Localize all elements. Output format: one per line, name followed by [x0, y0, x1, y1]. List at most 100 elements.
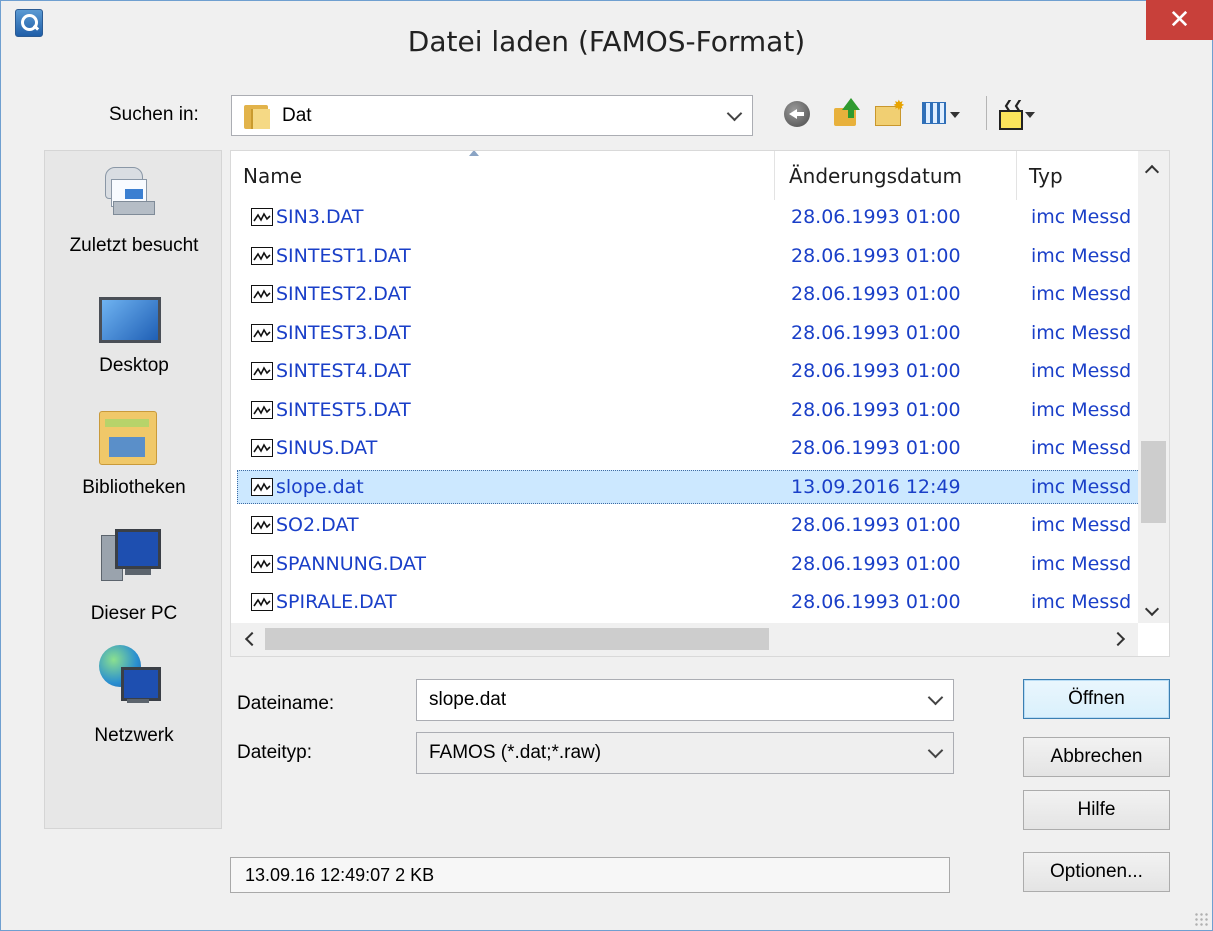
filetype-value: FAMOS (*.dat;*.raw) — [429, 742, 602, 763]
up-folder-icon[interactable] — [834, 98, 862, 128]
file-row[interactable]: SINTEST2.DAT 28.06.1993 01:00 imc Messd — [237, 277, 1140, 311]
waveform-file-icon — [251, 246, 273, 265]
file-date: 28.06.1993 01:00 — [791, 514, 961, 536]
recent-places-icon — [101, 167, 155, 217]
filetype-select[interactable]: FAMOS (*.dat;*.raw) — [416, 732, 954, 774]
resize-grip-icon[interactable] — [1194, 912, 1208, 926]
filename-value: slope.dat — [429, 689, 507, 710]
file-date: 28.06.1993 01:00 — [791, 591, 961, 613]
file-name: SINTEST1.DAT — [276, 244, 411, 267]
help-button[interactable]: Hilfe — [1023, 790, 1170, 830]
file-date: 28.06.1993 01:00 — [791, 321, 961, 344]
file-row[interactable]: SINTEST3.DAT 28.06.1993 01:00 imc Messd — [237, 316, 1140, 350]
file-row[interactable]: SPANNUNG.DAT 28.06.1993 01:00 imc Messd — [237, 547, 1140, 581]
file-row[interactable]: SINTEST5.DAT 28.06.1993 01:00 imc Messd — [237, 393, 1140, 427]
scroll-right-icon[interactable] — [1110, 631, 1126, 647]
file-list: Name Änderungsdatum Typ SIN3.DAT 28.06.19… — [230, 150, 1170, 657]
lookin-combo[interactable]: Dat — [231, 95, 753, 136]
scroll-down-icon[interactable] — [1144, 601, 1160, 617]
waveform-file-icon — [251, 400, 273, 419]
place-label: Dieser PC — [90, 603, 178, 624]
file-row[interactable]: SPIRALE.DAT 28.06.1993 01:00 imc Messd — [237, 585, 1140, 619]
file-name-cell: SINTEST5.DAT — [251, 393, 771, 427]
file-name-cell: SIN3.DAT — [251, 200, 771, 234]
place-label: Netzwerk — [94, 725, 174, 746]
file-type: imc Messd — [1031, 244, 1132, 267]
file-name: SINUS.DAT — [276, 437, 378, 459]
file-name: SINTEST4.DAT — [276, 360, 411, 382]
place-libraries[interactable]: Bibliotheken — [45, 395, 223, 515]
waveform-file-icon — [251, 439, 273, 457]
column-divider — [1016, 151, 1017, 200]
scroll-left-icon[interactable] — [244, 631, 260, 647]
new-folder-icon[interactable]: ✸ — [875, 98, 905, 128]
file-type: imc Messd — [1031, 398, 1132, 421]
close-button[interactable]: ✕ — [1146, 0, 1213, 40]
place-label: Desktop — [99, 355, 169, 376]
file-name-cell: SINTEST4.DAT — [251, 354, 771, 388]
waveform-file-icon — [251, 285, 273, 303]
file-date: 28.06.1993 01:00 — [791, 552, 961, 575]
lookin-value: Dat — [282, 104, 312, 126]
filename-input[interactable]: slope.dat — [416, 679, 954, 721]
waveform-file-icon — [251, 516, 273, 534]
vertical-scrollbar[interactable] — [1138, 151, 1169, 623]
chevron-down-icon[interactable] — [923, 680, 947, 720]
waveform-file-icon — [251, 362, 273, 380]
window-title: Datei laden (FAMOS-Format) — [407, 25, 806, 58]
file-row[interactable]: SINTEST1.DAT 28.06.1993 01:00 imc Messd — [237, 239, 1140, 273]
cancel-button[interactable]: Abbrechen — [1023, 737, 1170, 777]
column-header-type[interactable]: Typ — [1029, 151, 1139, 200]
file-row[interactable]: SIN3.DAT 28.06.1993 01:00 imc Messd — [237, 200, 1140, 234]
file-name: SINTEST2.DAT — [276, 283, 411, 305]
file-row[interactable]: SINUS.DAT 28.06.1993 01:00 imc Messd — [237, 431, 1140, 465]
column-divider — [774, 151, 775, 200]
file-name-cell: SINTEST2.DAT — [251, 277, 771, 311]
chevron-down-icon[interactable] — [722, 96, 746, 135]
file-name: SPIRALE.DAT — [276, 591, 397, 613]
file-row[interactable]: SINTEST4.DAT 28.06.1993 01:00 imc Messd — [237, 354, 1140, 388]
toolbar-divider — [986, 96, 987, 130]
file-row[interactable]: slope.dat 13.09.2016 12:49 imc Messd — [237, 469, 1140, 504]
column-header-name[interactable]: Name — [243, 151, 763, 200]
file-row[interactable]: SO2.DAT 28.06.1993 01:00 imc Messd — [237, 508, 1140, 542]
waveform-file-icon — [251, 208, 273, 226]
computer-icon — [101, 529, 161, 585]
file-type: imc Messd — [1031, 552, 1132, 575]
options-button[interactable]: Optionen... — [1023, 852, 1170, 892]
file-name: SINTEST3.DAT — [276, 321, 411, 344]
filetype-label: Dateityp: — [237, 742, 312, 763]
file-name-cell: SINTEST1.DAT — [251, 239, 771, 273]
view-menu-icon[interactable] — [922, 98, 962, 128]
waveform-file-icon — [251, 477, 273, 496]
file-name-cell: SPIRALE.DAT — [251, 585, 771, 619]
file-name-cell: SINTEST3.DAT — [251, 316, 771, 350]
scroll-thumb[interactable] — [265, 628, 769, 650]
status-bar: 13.09.16 12:49:07 2 KB — [230, 857, 950, 893]
file-name-cell: SO2.DAT — [251, 508, 771, 542]
place-computer[interactable]: Dieser PC — [45, 515, 223, 635]
open-button[interactable]: Öffnen — [1023, 679, 1170, 719]
sort-ascending-icon — [469, 151, 479, 156]
libraries-icon — [99, 411, 157, 465]
place-recent[interactable]: Zuletzt besucht — [45, 151, 223, 275]
file-name: SIN3.DAT — [276, 206, 364, 228]
back-icon[interactable] — [784, 101, 810, 127]
file-type: imc Messd — [1031, 206, 1132, 228]
file-name: SPANNUNG.DAT — [276, 552, 427, 575]
title-bar: Datei laden (FAMOS-Format) ✕ — [1, 0, 1213, 81]
folder-icon — [244, 105, 272, 129]
place-label: Zuletzt besucht — [69, 235, 199, 256]
scroll-up-icon[interactable] — [1144, 164, 1160, 180]
file-type: imc Messd — [1031, 475, 1132, 498]
chevron-down-icon[interactable] — [923, 733, 947, 773]
network-icon — [97, 645, 161, 703]
horizontal-scrollbar[interactable] — [231, 623, 1138, 656]
tools-icon[interactable]: ❮❮ — [999, 98, 1035, 130]
place-network[interactable]: Netzwerk — [45, 635, 223, 755]
column-header-date[interactable]: Änderungsdatum — [789, 151, 1019, 200]
scroll-thumb[interactable] — [1141, 441, 1166, 523]
waveform-file-icon — [251, 323, 273, 342]
waveform-file-icon — [251, 593, 273, 611]
place-desktop[interactable]: Desktop — [45, 275, 223, 395]
